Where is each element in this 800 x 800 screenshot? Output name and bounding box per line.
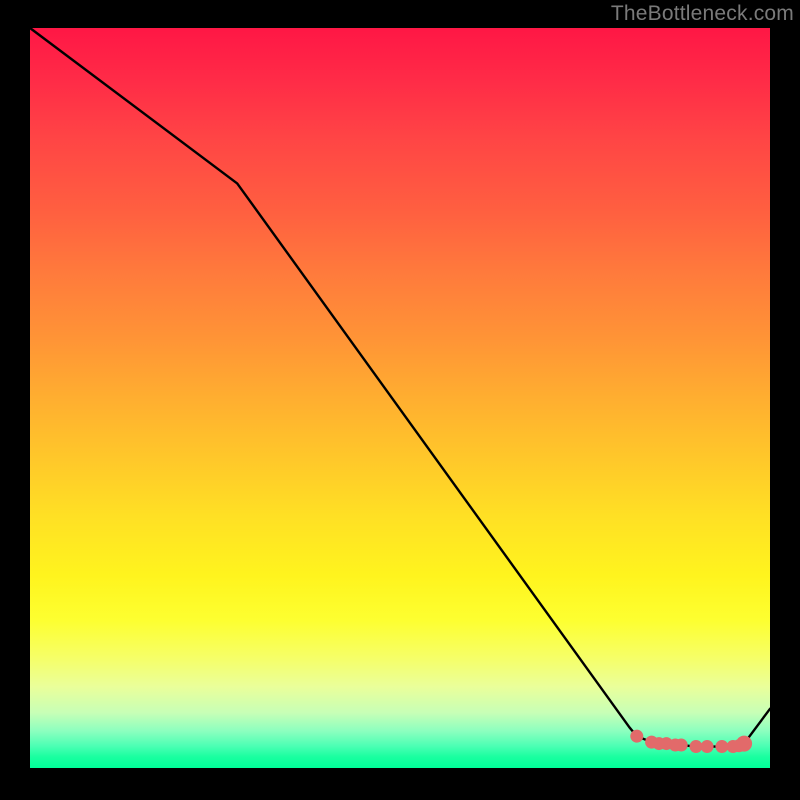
data-marker: [630, 730, 643, 743]
line-series: [30, 28, 770, 747]
data-marker: [701, 740, 714, 753]
watermark-text: TheBottleneck.com: [611, 2, 794, 26]
marker-layer: [630, 730, 752, 753]
chart-svg: [30, 28, 770, 768]
data-marker: [736, 736, 752, 752]
plot-area: [30, 28, 770, 768]
data-marker: [675, 739, 688, 752]
series-layer: [30, 28, 770, 747]
data-marker: [715, 740, 728, 753]
data-marker: [690, 740, 703, 753]
chart-container: TheBottleneck.com: [0, 0, 800, 800]
